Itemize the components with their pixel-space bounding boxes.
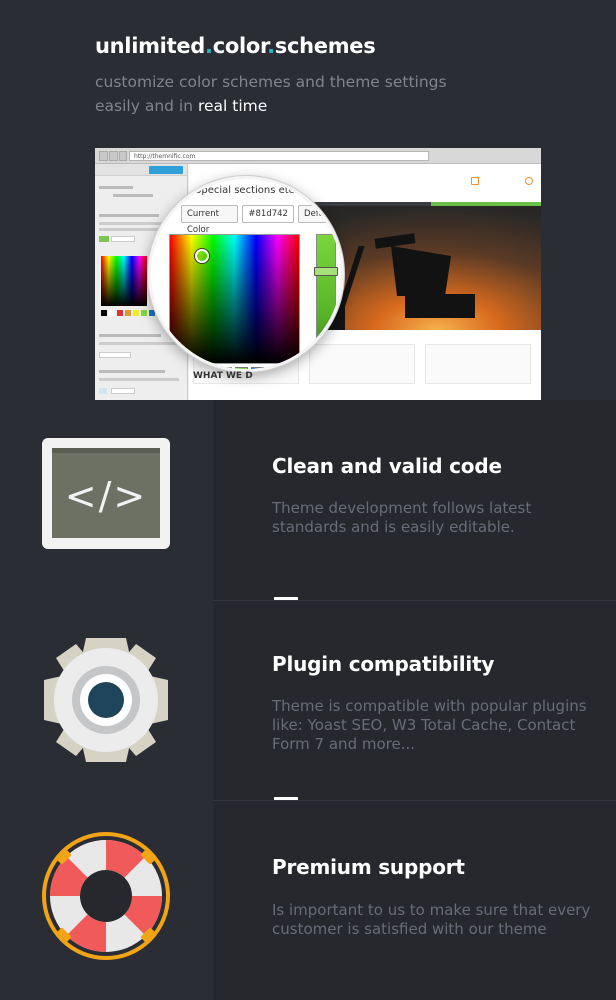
default-button: Default xyxy=(297,205,341,223)
sidebar-color-chip xyxy=(99,236,109,242)
reload-icon xyxy=(119,151,127,161)
section-heading: WHAT WE D xyxy=(193,371,253,381)
lifebuoy-icon xyxy=(42,832,170,960)
magnifier-text: Special sections etc. xyxy=(195,185,298,196)
feature-clean-code: </> Clean and valid code Theme developme… xyxy=(0,400,616,600)
site-card xyxy=(425,344,531,384)
color-picker-controls: Current Color #81d742 Default xyxy=(181,205,341,235)
title-word-schemes: schemes xyxy=(274,34,376,58)
code-icon: </> xyxy=(42,438,170,549)
sidebar-color-chip xyxy=(99,388,107,394)
browser-toolbar: http://themnific.com xyxy=(95,148,541,164)
title-word-unlimited: unlimited xyxy=(95,34,205,58)
sidebar-line xyxy=(99,370,165,373)
code-glyph: </> xyxy=(64,474,148,518)
page-title: unlimited.color.schemes xyxy=(95,34,376,58)
feature-title: Clean and valid code xyxy=(272,454,502,478)
hue-strip-handle xyxy=(314,267,338,276)
back-icon xyxy=(99,151,108,161)
subtitle-line-1: customize color schemes and theme settin… xyxy=(95,73,447,91)
sidebar-line xyxy=(99,214,159,217)
hue-strip xyxy=(316,234,336,364)
publish-button xyxy=(149,166,183,174)
feature-plugin-compat: Plugin compatibility Theme is compatible… xyxy=(0,600,616,800)
gear-icon xyxy=(44,638,168,762)
page: unlimited.color.schemes customize color … xyxy=(0,0,616,1000)
hero-section: unlimited.color.schemes customize color … xyxy=(0,0,616,400)
sidebar-line xyxy=(113,194,153,197)
title-dot: . xyxy=(205,34,213,58)
sidebar-select-color-button xyxy=(99,352,131,358)
code-icon-screen: </> xyxy=(52,448,160,538)
subtitle-highlight: real time xyxy=(197,97,268,115)
feature-premium-support: Premium support Is important to us to ma… xyxy=(0,800,616,1000)
color-picker-magnifier: Special sections etc. Current Color #81d… xyxy=(148,176,344,372)
feature-title: Plugin compatibility xyxy=(272,652,495,676)
page-subtitle: customize color schemes and theme settin… xyxy=(95,70,515,118)
sidebar-color-gradient xyxy=(101,256,147,306)
forward-icon xyxy=(109,151,118,161)
sidebar-line xyxy=(99,342,179,345)
sidebar-line xyxy=(99,378,179,381)
sidebar-header xyxy=(95,164,187,176)
sidebar-swatches xyxy=(101,310,161,316)
feature-description: Theme is compatible with popular plugins… xyxy=(272,697,587,753)
feature-title: Premium support xyxy=(272,855,465,879)
mail-icon xyxy=(471,177,479,185)
color-gradient-area xyxy=(169,234,300,364)
sidebar-line xyxy=(99,186,133,189)
sidebar-line xyxy=(99,334,161,337)
current-color-button: Current Color xyxy=(181,205,239,235)
feature-description: Theme development follows latest standar… xyxy=(272,499,532,536)
feature-description: Is important to us to make sure that eve… xyxy=(272,901,591,938)
color-picker-handle xyxy=(195,249,209,263)
sidebar-select-color-button xyxy=(111,388,135,394)
color-hex-input: #81d742 xyxy=(242,205,294,223)
title-word-color: color xyxy=(212,34,268,58)
phone-icon xyxy=(525,177,533,185)
subtitle-line-2: easily and in xyxy=(95,97,198,115)
url-bar: http://themnific.com xyxy=(129,151,429,161)
sidebar-current-color-button xyxy=(111,236,135,242)
title-dot: . xyxy=(267,34,275,58)
